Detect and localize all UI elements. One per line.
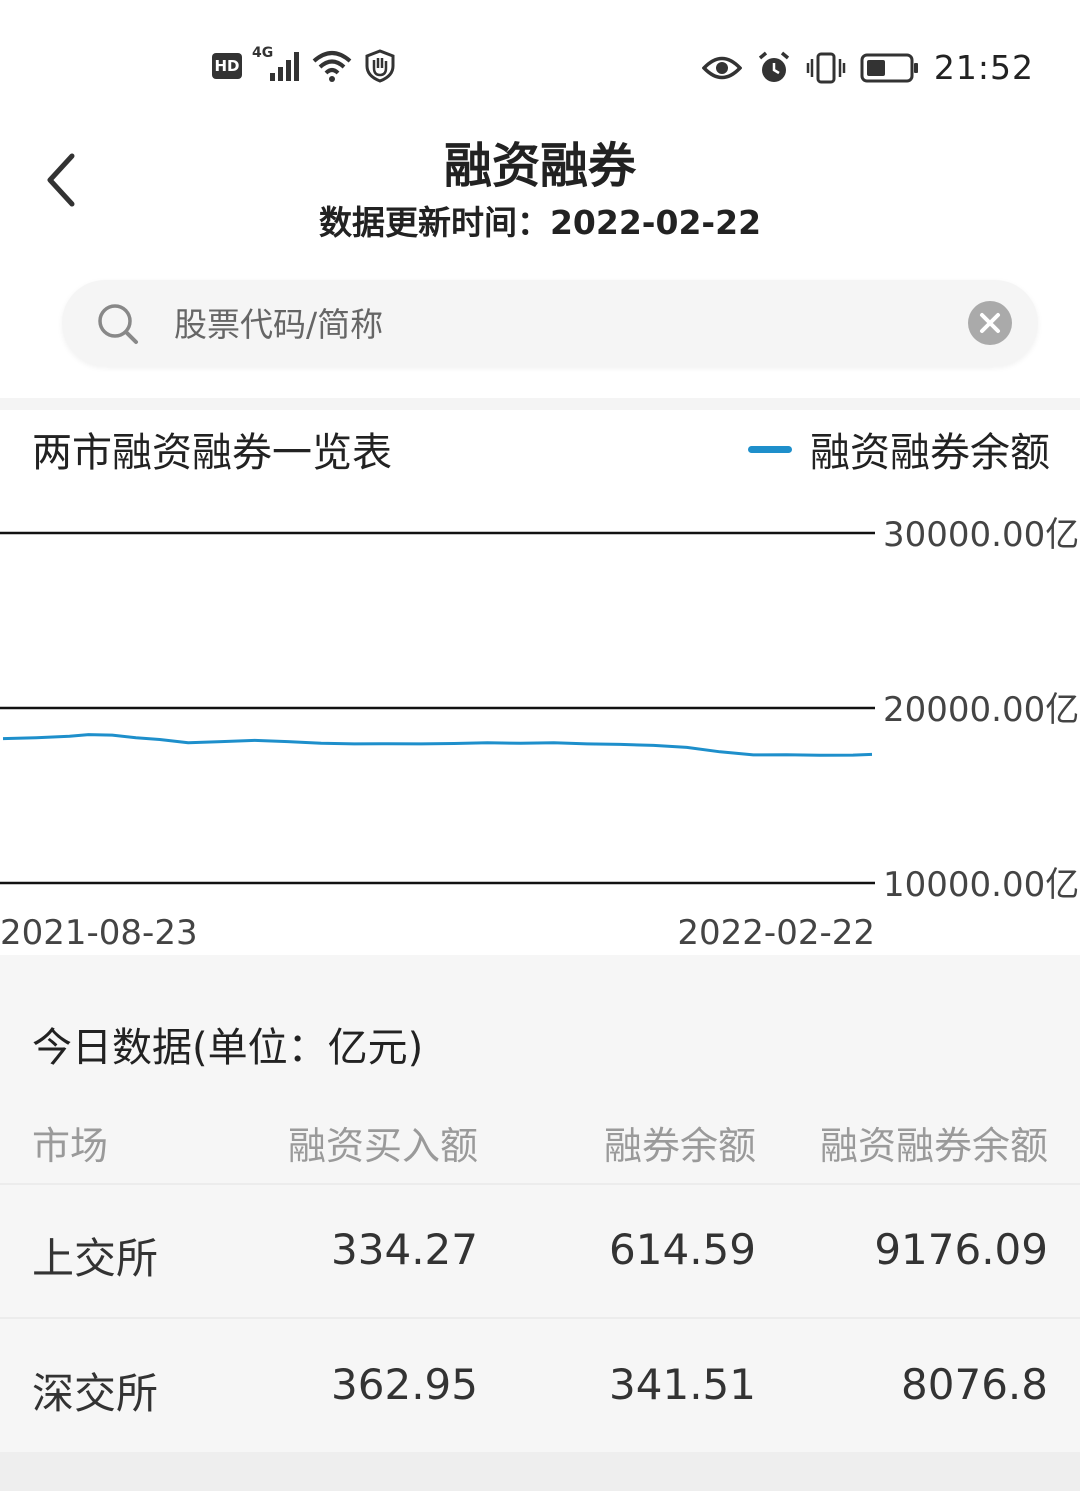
hd-icon: HD	[212, 53, 242, 79]
cell-margin-buy: 334.27	[331, 1225, 478, 1274]
cell-market: 深交所	[32, 1369, 159, 1418]
clock: 21:52	[933, 48, 1034, 87]
eye-icon	[701, 56, 742, 79]
hand-icon	[365, 49, 395, 83]
series-line-balance	[2, 733, 873, 757]
alarm-icon	[758, 51, 790, 82]
table-title: 今日数据(单位：亿元)	[32, 1025, 424, 1071]
row-divider	[0, 1183, 1080, 1185]
column-header-market: 市场	[32, 1124, 109, 1168]
legend-label: 融资融券余额	[810, 430, 1050, 476]
column-header-total-balance: 融资融券余额	[819, 1124, 1048, 1168]
vibrate-icon	[806, 52, 846, 83]
cell-short-balance: 614.59	[609, 1225, 756, 1274]
legend-swatch	[748, 445, 792, 453]
x-tick-label-end: 2022-02-22	[677, 913, 875, 953]
chart-legend: 融资融券余额	[748, 420, 1050, 478]
status-bar: HD 4G 21:52	[0, 0, 1080, 120]
x-tick-label-start: 2021-08-23	[0, 913, 198, 953]
search-icon	[98, 304, 138, 344]
cell-market: 上交所	[32, 1234, 159, 1283]
y-tick-label: 20000.00亿	[883, 690, 1079, 730]
clear-icon[interactable]	[968, 301, 1012, 345]
status-right-icons: 21:52	[701, 48, 1034, 87]
status-left-icons: HD 4G	[212, 45, 398, 84]
y-tick-label: 10000.00亿	[883, 865, 1079, 905]
cell-total-balance: 8076.8	[901, 1360, 1048, 1409]
today-data-section: 今日数据(单位：亿元) 市场 融资买入额 融券余额 融资融券余额 上交所 334…	[0, 955, 1080, 1491]
column-header-margin-buy: 融资买入额	[287, 1124, 478, 1168]
bottom-band	[0, 1452, 1080, 1491]
row-divider	[0, 1317, 1080, 1319]
battery-icon	[860, 53, 918, 82]
signal-4g-icon: 4G	[252, 45, 302, 83]
column-header-short-balance: 融券余额	[603, 1124, 756, 1168]
cell-margin-buy: 362.95	[331, 1360, 478, 1409]
cell-total-balance: 9176.09	[874, 1225, 1048, 1274]
balance-line-chart: 30000.00亿 20000.00亿 10000.00亿 2021-08-23 202…	[0, 515, 1079, 953]
y-tick-label: 30000.00亿	[883, 515, 1079, 555]
page-title: 融资融券	[443, 138, 636, 194]
search-bar	[62, 280, 1038, 368]
section-divider	[0, 398, 1080, 410]
update-time: 数据更新时间：2022-02-22	[318, 203, 762, 242]
wifi-icon	[312, 51, 352, 82]
cell-short-balance: 341.51	[609, 1360, 756, 1409]
chart-title: 两市融资融券一览表	[32, 430, 392, 476]
search-input[interactable]	[172, 280, 956, 368]
